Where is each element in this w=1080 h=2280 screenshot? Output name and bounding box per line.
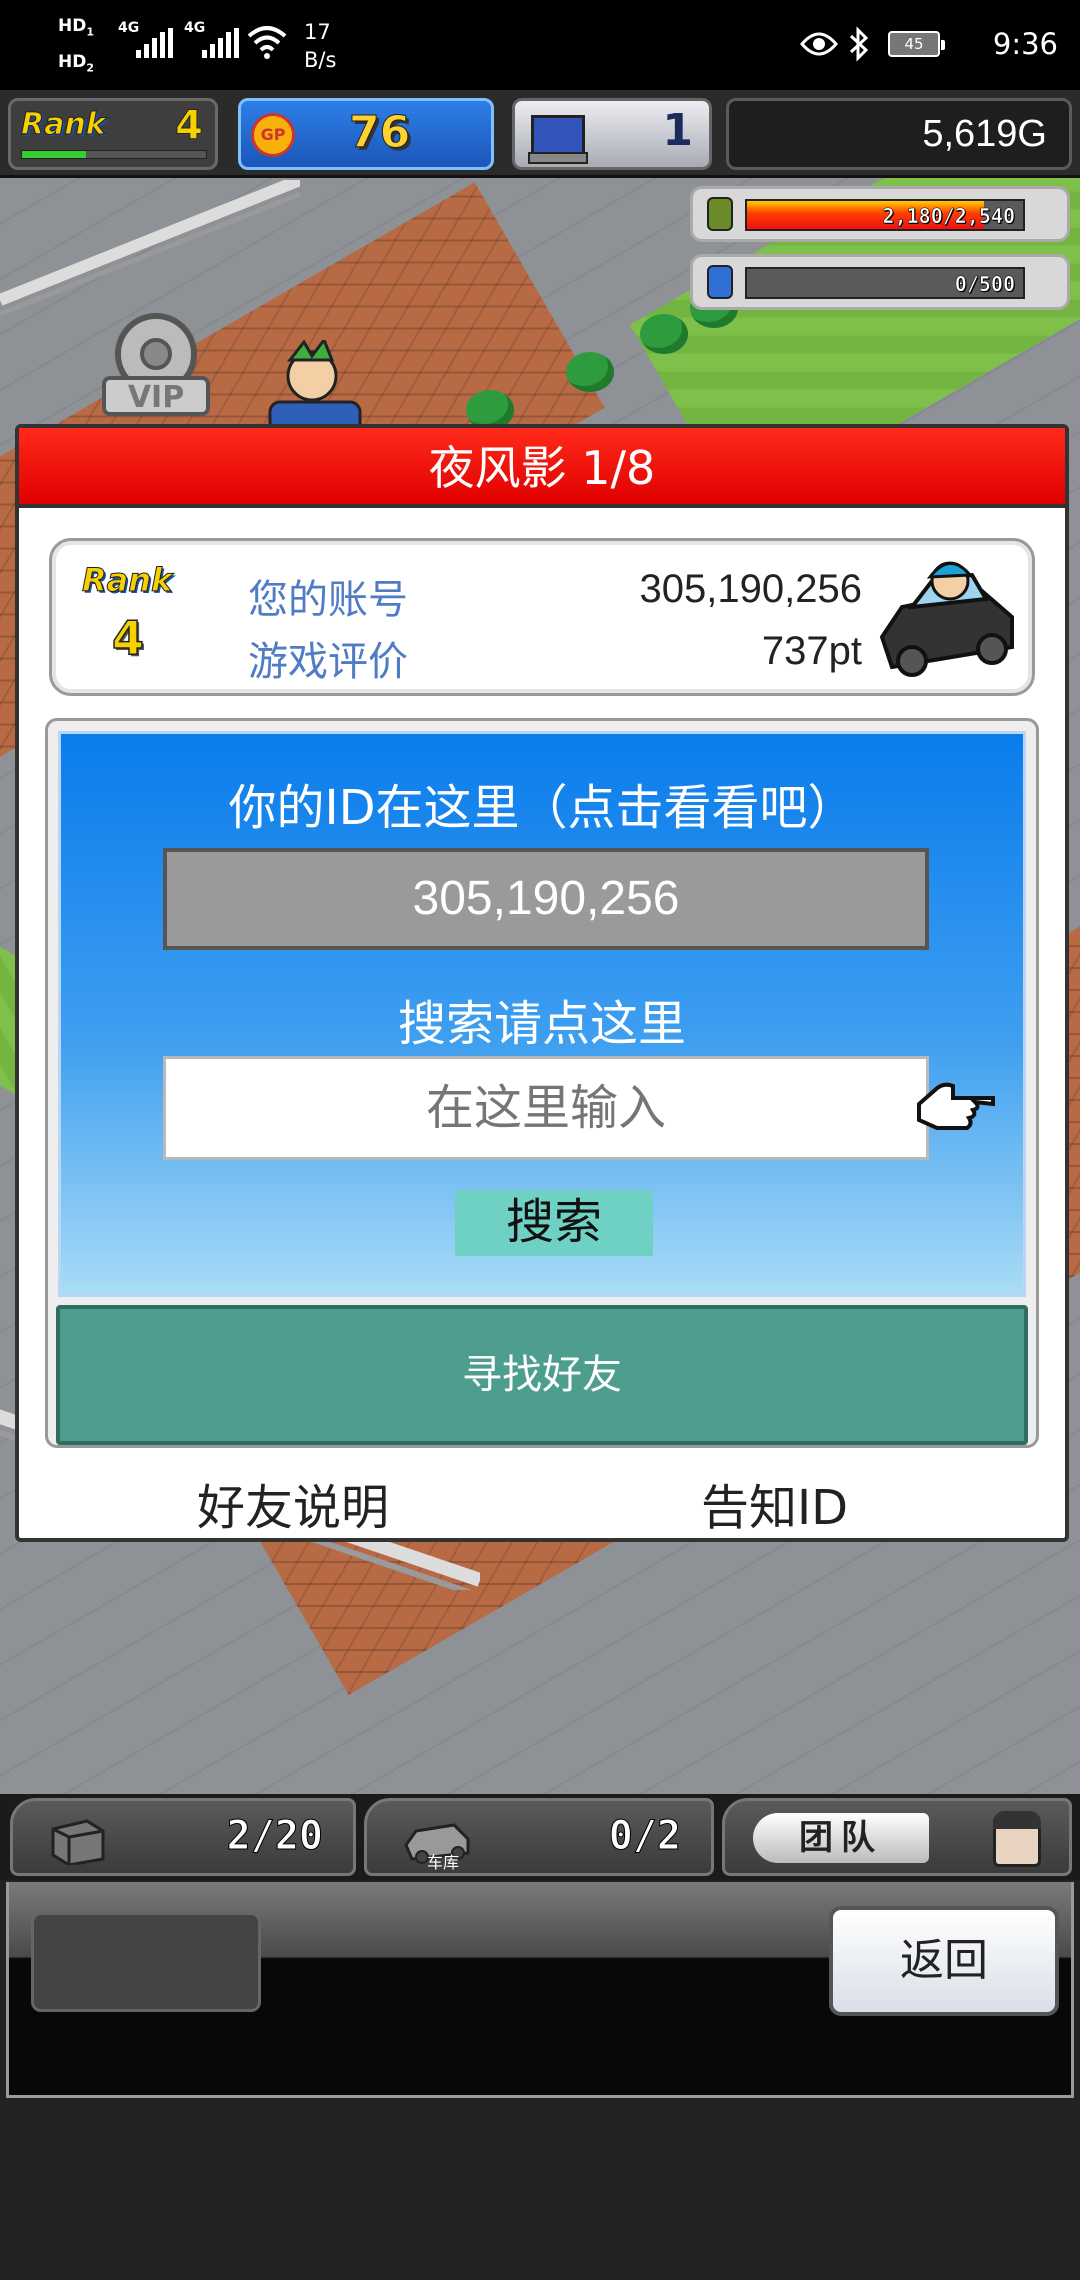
gp-display[interactable]: GP 76 — [238, 98, 494, 170]
info-rank-label: Rank — [81, 561, 173, 600]
back-button[interactable]: 返回 — [829, 1906, 1059, 2016]
battery-icon: 45 — [888, 31, 945, 57]
team-label: 团队 — [753, 1813, 929, 1863]
rank-display[interactable]: Rank 4 — [8, 98, 218, 170]
rank-value: 4 — [175, 103, 204, 150]
gold-display[interactable]: 5,619G — [726, 98, 1072, 170]
fuel-resource-bar[interactable]: 2,180/2,540 — [690, 186, 1070, 242]
bottle-icon — [707, 265, 733, 299]
status-bar: HD1 HD2 4G 4G 17 B/s 45 9:36 — [0, 0, 1080, 90]
bottom-tab-bar: 2/20 车库 0/2 团队 — [0, 1794, 1080, 1880]
bottle-resource-bar[interactable]: 0/500 — [690, 254, 1070, 310]
gp-coin-icon: GP — [251, 113, 295, 157]
fuel-amount: 2,180/2,540 — [882, 204, 1015, 229]
rating-value: 737pt — [761, 629, 862, 673]
your-id-box[interactable]: 305,190,256 — [163, 848, 929, 950]
staff-face-icon — [993, 1811, 1041, 1867]
pointing-hand-icon — [917, 1082, 995, 1130]
tab-parts[interactable]: 2/20 — [10, 1798, 356, 1876]
your-id-title[interactable]: 你的ID在这里（点击看看吧） — [61, 768, 1023, 838]
gp-value: 76 — [348, 107, 411, 159]
friend-help-link[interactable]: 好友说明 — [197, 1468, 389, 1538]
hd-indicator-2: HD2 — [58, 52, 94, 75]
friend-id-input[interactable] — [163, 1056, 929, 1160]
network-speed: 17 B/s — [304, 20, 337, 72]
clock: 9:36 — [992, 27, 1058, 61]
parts-count: 2/20 — [226, 1813, 323, 1860]
share-id-link[interactable]: 告知ID — [701, 1468, 848, 1538]
bottom-panel: 返回 — [6, 1882, 1074, 2098]
rank-label: Rank — [21, 107, 107, 143]
gold-value: 5,619G — [922, 113, 1047, 155]
guardrail — [0, 180, 300, 317]
account-value: 305,190,256 — [639, 567, 862, 611]
signal-icon — [136, 28, 174, 58]
info-rank-value: 4 — [111, 610, 145, 666]
tab-garage[interactable]: 车库 0/2 — [364, 1798, 714, 1876]
account-label: 您的账号 — [248, 577, 408, 623]
svg-text:VIP: VIP — [128, 380, 184, 415]
car-avatar-icon — [879, 561, 1014, 677]
fuel-barrel-icon — [707, 197, 733, 231]
screen-bottom — [0, 2098, 1080, 2280]
computer-count: 1 — [662, 105, 693, 156]
dialog-title: 夜风影 1/8 — [19, 428, 1065, 508]
empty-slot-button[interactable] — [31, 1912, 261, 2012]
find-friend-button[interactable]: 寻找好友 — [56, 1305, 1028, 1445]
garage-count: 0/2 — [608, 1813, 681, 1860]
garage-label: 车库 — [427, 1853, 460, 1872]
hd-indicator-1: HD1 — [58, 16, 94, 39]
bluetooth-icon — [849, 26, 869, 62]
vip-icon: VIP — [102, 313, 210, 416]
wifi-icon — [247, 26, 287, 59]
id-search-panel: 你的ID在这里（点击看看吧） 305,190,256 搜索请点这里 搜索 寻找好… — [45, 718, 1039, 1448]
rank-progress-bar — [21, 150, 207, 159]
crate-icon — [51, 1819, 105, 1865]
search-hint: 搜索请点这里 — [397, 996, 686, 1052]
computer-count-display[interactable]: 1 — [512, 98, 712, 170]
top-hud: Rank 4 GP 76 1 5,619G — [0, 90, 1080, 178]
computer-icon — [528, 115, 588, 164]
tab-team[interactable]: 团队 — [722, 1798, 1072, 1876]
eye-icon — [800, 32, 838, 56]
account-info-card: Rank 4 您的账号 305,190,256 游戏评价 737pt — [49, 538, 1035, 696]
bottle-amount: 0/500 — [954, 272, 1016, 297]
signal-icon — [202, 28, 240, 58]
rating-label: 游戏评价 — [248, 639, 408, 685]
friend-dialog: 夜风影 1/8 Rank 4 您的账号 305,190,256 游戏评价 737… — [15, 424, 1069, 1542]
id-search-area: 你的ID在这里（点击看看吧） 305,190,256 搜索请点这里 搜索 — [58, 731, 1026, 1297]
search-button[interactable]: 搜索 — [455, 1190, 653, 1256]
